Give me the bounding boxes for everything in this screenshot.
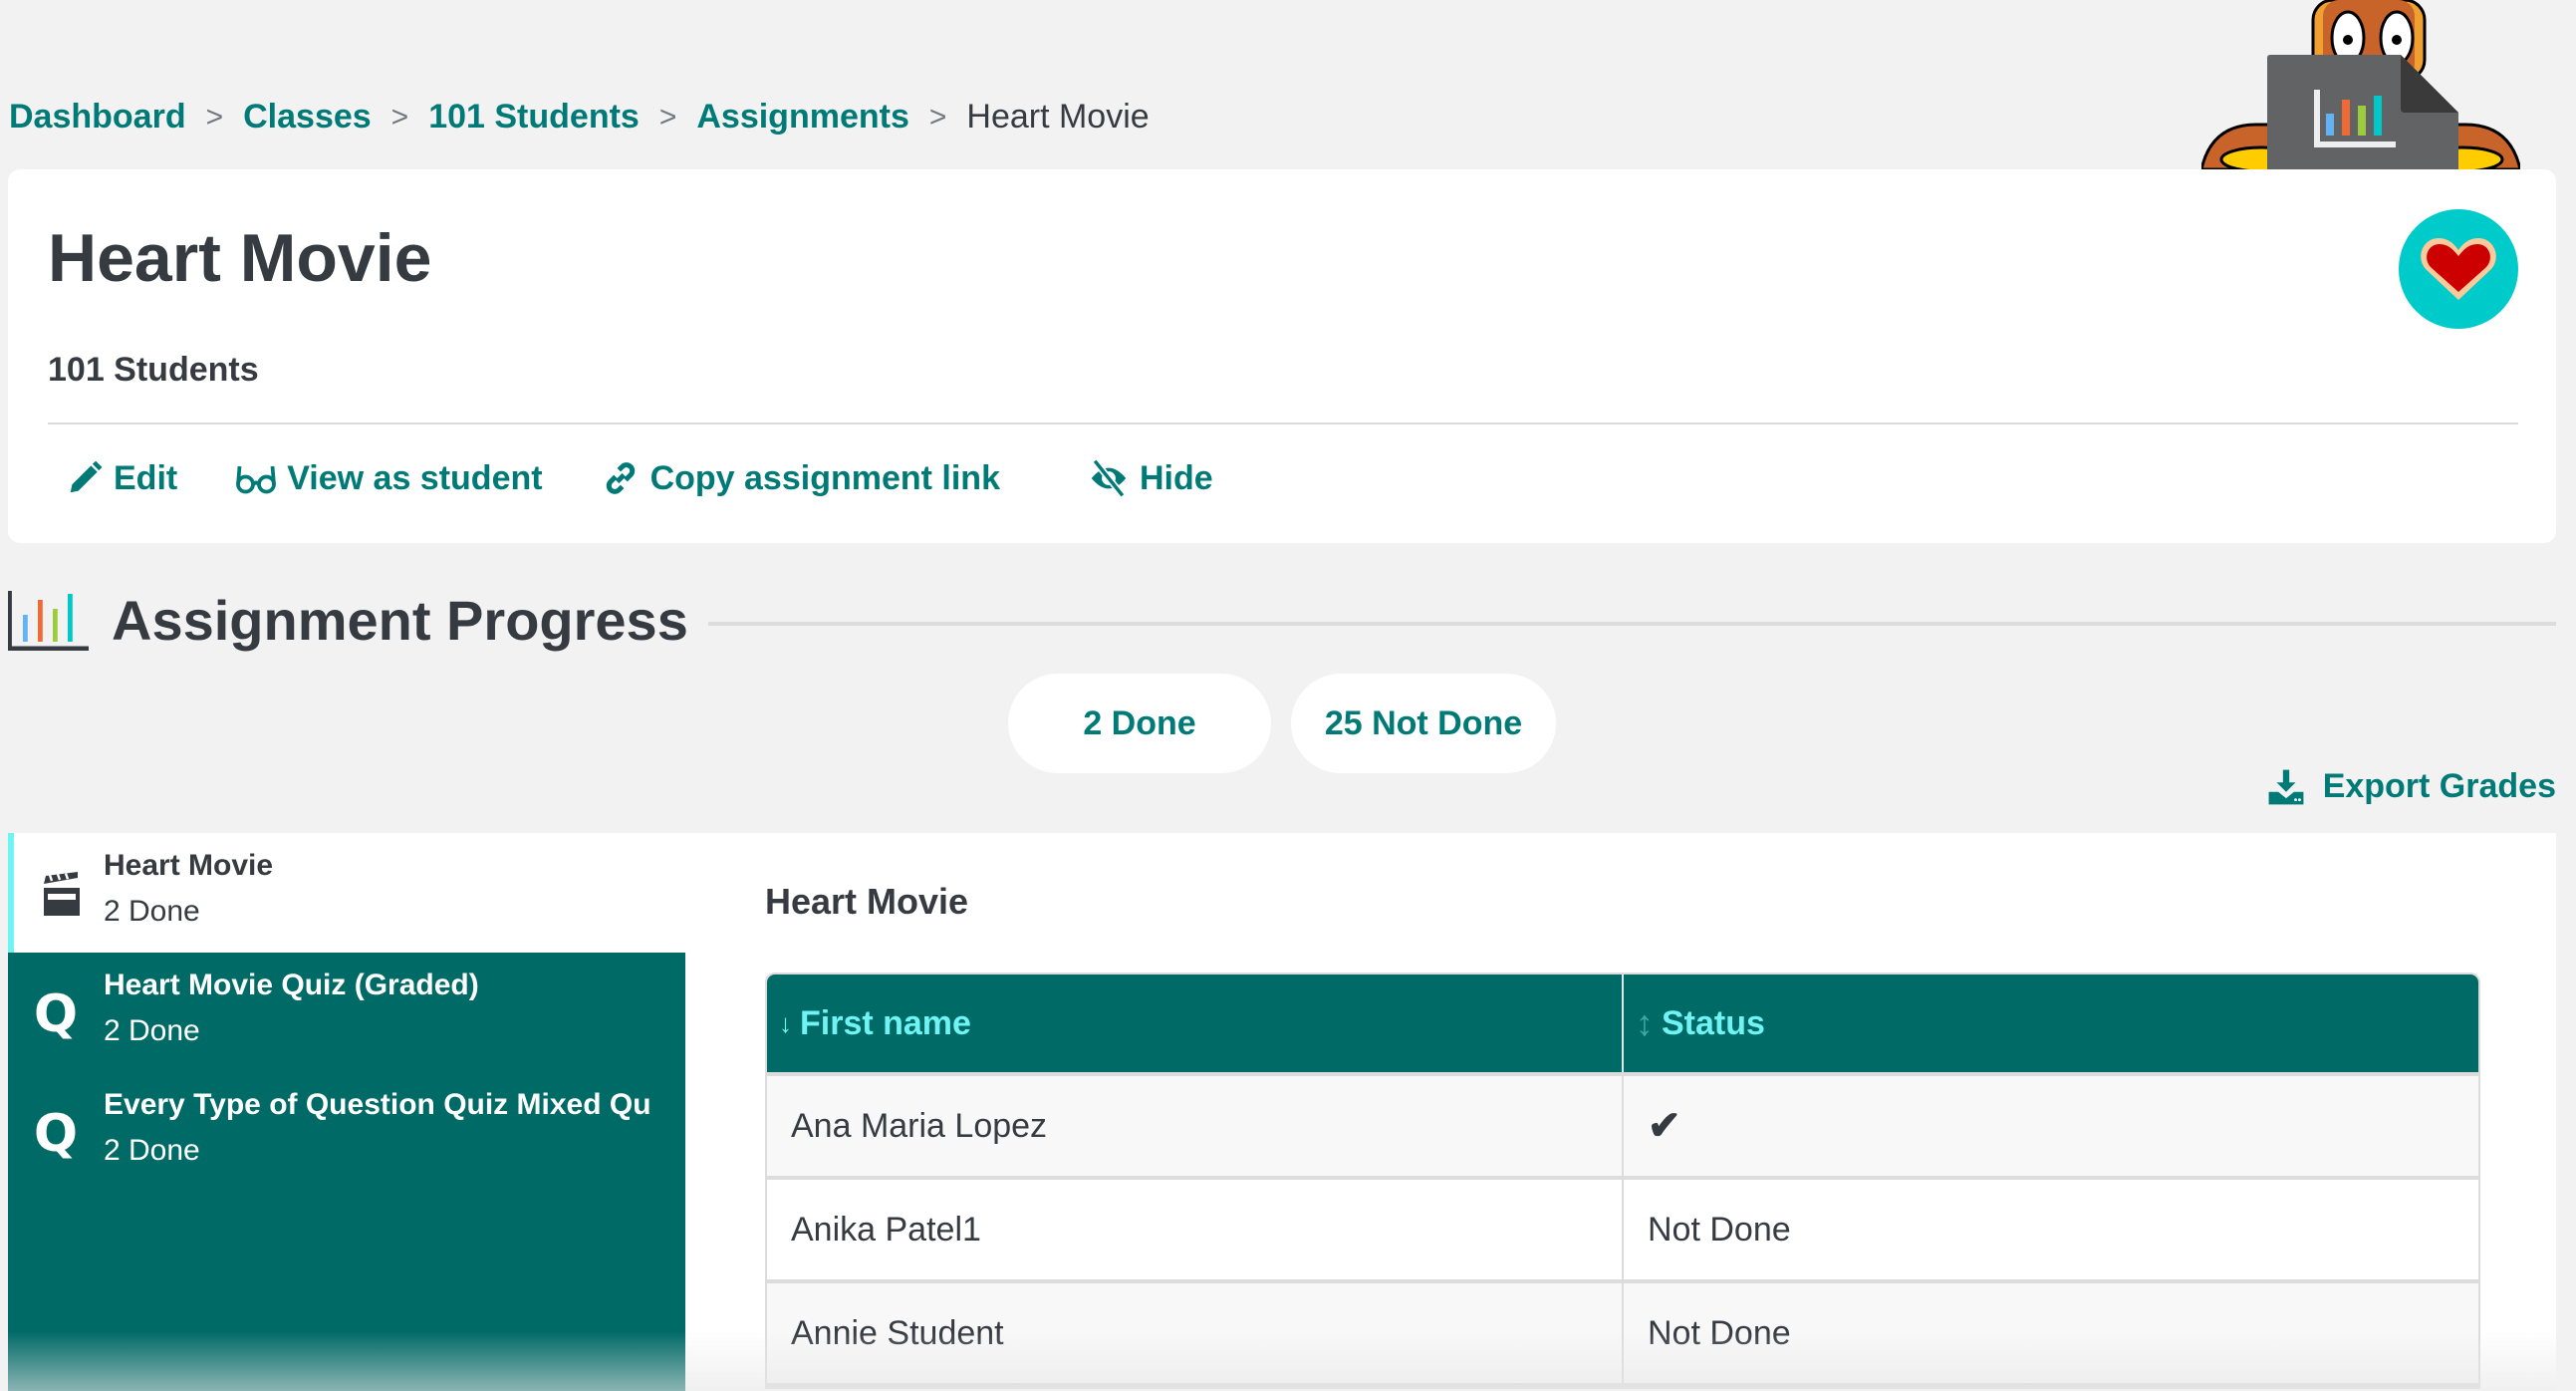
download-icon (2268, 769, 2304, 804)
assignment-progress-heading: Assignment Progress (8, 588, 2556, 653)
checkmark-icon: ✔ (1648, 1104, 1681, 1148)
mascot-robot-icon (2201, 0, 2520, 169)
sidebar-item-name: Heart Movie Quiz (Graded) (104, 969, 479, 1001)
page-title: Heart Movie (48, 220, 432, 296)
quiz-icon: Q (33, 1104, 79, 1164)
export-grades-label: Export Grades (2322, 767, 2556, 805)
column-header-status[interactable]: ↕ Status (1622, 974, 2478, 1072)
status-cell: Not Done (1622, 1283, 2478, 1383)
section-divider (707, 621, 2556, 626)
table-row: Ana Maria Lopez ✔ (767, 1076, 2478, 1180)
table-header: ↓ First name ↕ Status (767, 974, 2478, 1076)
breadcrumb: Dashboard > Classes > 101 Students > Ass… (9, 98, 1150, 137)
hide-label: Hide (1139, 458, 1213, 497)
edit-label: Edit (114, 458, 178, 497)
sidebar-item-name: Heart Movie (104, 849, 274, 882)
student-status-table: ↓ First name ↕ Status Ana Maria Lopez ✔ … (765, 973, 2480, 1389)
class-name: 101 Students (48, 351, 259, 389)
table-body: Ana Maria Lopez ✔ Anika Patel1 Not Done … (767, 1076, 2478, 1387)
breadcrumb-separator: > (658, 100, 677, 134)
edit-button[interactable]: Edit (66, 459, 177, 498)
sidebar-item-count: 2 Done (104, 1134, 200, 1167)
status-filters: 2 Done 25 Not Done (1008, 674, 1576, 773)
eye-slash-icon (1091, 459, 1127, 497)
sort-icon: ↕ (1636, 1002, 1654, 1043)
breadcrumb-class[interactable]: 101 Students (428, 98, 640, 137)
breadcrumb-assignments[interactable]: Assignments (696, 98, 909, 137)
breadcrumb-separator: > (205, 100, 224, 134)
status-cell: Not Done (1622, 1180, 2478, 1279)
quiz-icon: Q (33, 984, 79, 1044)
assignment-actions: Edit View as student Copy assignment lin… (66, 458, 1271, 498)
clapperboard-icon (40, 871, 84, 919)
sort-descending-icon: ↓ (779, 1007, 792, 1038)
assignment-header-card: Heart Movie 101 Students Edit View as st… (8, 169, 2556, 543)
header-divider (48, 422, 2518, 424)
column-label: Status (1662, 1003, 1765, 1042)
bar-chart-icon (8, 590, 89, 651)
student-name: Annie Student (791, 1313, 1004, 1352)
heart-icon (2421, 238, 2496, 300)
sidebar-item-every-type-quiz[interactable]: Q Every Type of Question Quiz Mixed Qu 2… (8, 1072, 685, 1192)
section-title: Assignment Progress (112, 589, 688, 652)
topic-badge (2399, 209, 2518, 329)
filter-not-done-button[interactable]: 25 Not Done (1291, 674, 1556, 773)
sidebar-item-heart-movie[interactable]: Heart Movie 2 Done (8, 833, 685, 953)
status-cell: ✔ (1622, 1076, 2478, 1176)
progress-panel: Heart Movie 2 Done Q Heart Movie Quiz (G… (8, 833, 2556, 1391)
assignment-items-sidebar: Heart Movie 2 Done Q Heart Movie Quiz (G… (8, 833, 685, 1391)
sidebar-item-count: 2 Done (104, 895, 200, 928)
copy-assignment-link-label: Copy assignment link (649, 458, 1000, 497)
table-title: Heart Movie (765, 881, 969, 922)
student-name: Ana Maria Lopez (791, 1106, 1048, 1145)
export-grades-button[interactable]: Export Grades (2267, 767, 2556, 806)
glasses-icon (236, 465, 277, 494)
sidebar-item-heart-movie-quiz[interactable]: Q Heart Movie Quiz (Graded) 2 Done (8, 953, 685, 1072)
table-row: Anika Patel1 Not Done (767, 1180, 2478, 1283)
sidebar-item-name: Every Type of Question Quiz Mixed Qu (104, 1088, 651, 1121)
sidebar-item-count: 2 Done (104, 1014, 200, 1047)
breadcrumb-dashboard[interactable]: Dashboard (9, 98, 186, 137)
view-as-student-label: View as student (287, 458, 543, 497)
copy-assignment-link-button[interactable]: Copy assignment link (601, 458, 1000, 498)
column-header-first-name[interactable]: ↓ First name (767, 974, 1622, 1072)
breadcrumb-current: Heart Movie (966, 98, 1150, 136)
link-icon (606, 462, 635, 494)
filter-done-button[interactable]: 2 Done (1008, 674, 1271, 773)
breadcrumb-classes[interactable]: Classes (243, 98, 372, 137)
column-label: First name (800, 1003, 971, 1042)
table-row: Annie Student Not Done (767, 1283, 2478, 1387)
student-name: Anika Patel1 (791, 1210, 981, 1249)
hide-button[interactable]: Hide (1088, 459, 1213, 498)
pencil-icon (70, 460, 103, 493)
breadcrumb-separator: > (928, 100, 947, 134)
view-as-student-button[interactable]: View as student (235, 458, 543, 498)
breadcrumb-separator: > (390, 100, 409, 134)
